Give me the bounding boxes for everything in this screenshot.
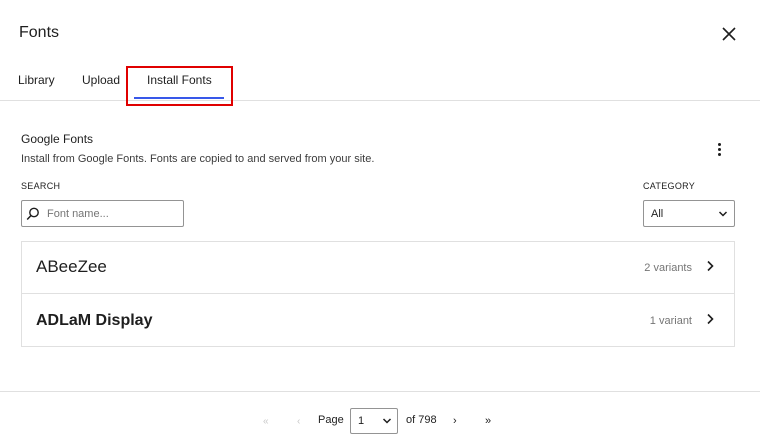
tab-upload[interactable]: Upload xyxy=(82,73,120,87)
page-select[interactable]: 1 xyxy=(350,408,398,434)
tab-bar: Library Upload Install Fonts xyxy=(0,66,760,106)
tab-install-fonts[interactable]: Install Fonts xyxy=(147,73,212,87)
font-list-item[interactable]: ADLaM Display 1 variant xyxy=(22,295,734,347)
category-value: All xyxy=(651,207,664,220)
chevron-right-icon xyxy=(704,259,716,273)
active-tab-indicator xyxy=(134,97,224,99)
close-icon xyxy=(722,27,736,41)
font-variant-count: 1 variant xyxy=(649,315,692,327)
chevron-right-icon xyxy=(704,312,716,326)
chevron-down-icon xyxy=(718,210,728,217)
font-list: ABeeZee 2 variants ADLaM Display 1 varia… xyxy=(21,241,735,347)
current-page-value: 1 xyxy=(358,415,365,427)
font-list-item[interactable]: ABeeZee 2 variants xyxy=(22,242,734,294)
font-name: ADLaM Display xyxy=(36,312,153,329)
close-button[interactable] xyxy=(716,21,742,47)
font-name: ABeeZee xyxy=(36,257,107,276)
more-options-button[interactable] xyxy=(710,138,728,160)
category-select[interactable]: All xyxy=(643,200,735,227)
category-label: CATEGORY xyxy=(643,181,696,191)
page-total: of 798 xyxy=(406,414,437,426)
search-icon xyxy=(26,207,39,220)
search-field[interactable] xyxy=(21,200,184,227)
collection-description: Install from Google Fonts. Fonts are cop… xyxy=(21,153,375,165)
chevron-down-icon xyxy=(382,418,392,424)
search-label: SEARCH xyxy=(21,181,61,191)
last-page-button[interactable]: » xyxy=(485,415,491,427)
dialog-title: Fonts xyxy=(19,24,60,41)
collection-title: Google Fonts xyxy=(21,132,94,146)
pagination-footer: « ‹ Page 1 of 798 › » xyxy=(0,391,760,442)
next-page-button[interactable]: › xyxy=(453,415,457,427)
page-label: Page xyxy=(318,414,344,426)
more-vertical-icon xyxy=(717,142,721,146)
previous-page-button[interactable]: ‹ xyxy=(297,416,300,427)
search-input[interactable] xyxy=(47,207,177,220)
tab-library[interactable]: Library xyxy=(18,73,55,87)
first-page-button[interactable]: « xyxy=(263,416,269,427)
font-variant-count: 2 variants xyxy=(644,262,692,274)
dialog-header: Fonts xyxy=(0,0,760,66)
